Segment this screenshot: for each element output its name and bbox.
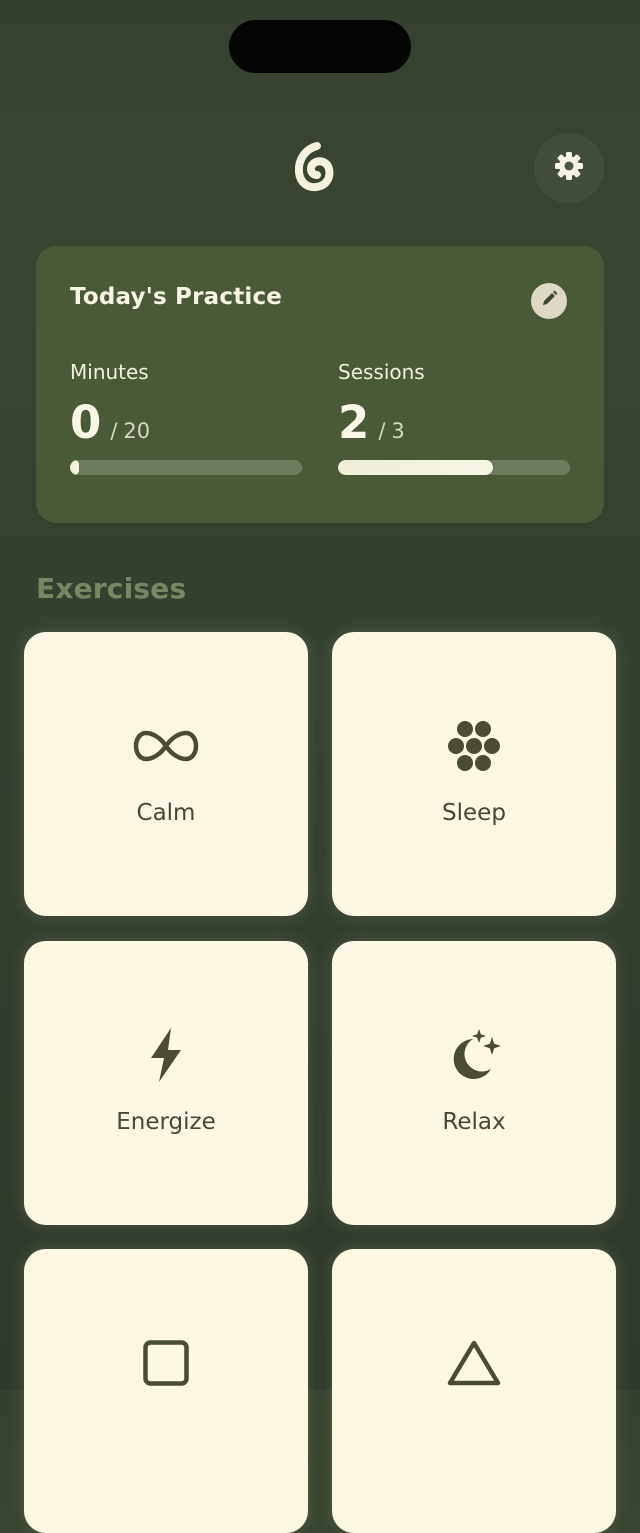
exercise-tile-sleep[interactable]: Sleep [332,632,616,916]
minutes-stat: Minutes 0 / 20 [70,360,302,475]
exercise-label-energize: Energize [116,1109,216,1135]
spiral-logo-icon [293,140,339,192]
exercise-label-relax: Relax [442,1109,506,1135]
minutes-goal: 20 [123,419,151,443]
infinity-icon [133,729,199,767]
exercise-label-sleep: Sleep [442,800,506,826]
sessions-progress-fill [338,460,494,475]
minutes-progress-fill [70,460,80,475]
practice-title: Today's Practice [70,284,283,310]
dynamic-island [229,20,411,73]
lightning-bolt-icon [147,1027,185,1087]
exercise-tile-square[interactable] [24,1249,308,1533]
exercise-tile-triangle[interactable] [332,1249,616,1533]
minutes-label: Minutes [70,360,149,384]
pencil-icon [539,289,559,313]
settings-button[interactable] [534,133,604,203]
todays-practice-card: Today's Practice Minutes 0 / 20 Sessions… [36,246,604,523]
minutes-current: 0 [70,396,102,449]
minutes-progress-bar [70,460,302,475]
sessions-separator: / [378,419,386,443]
sessions-goal: 3 [391,419,405,443]
sessions-label: Sessions [338,360,425,384]
minutes-separator: / [110,419,118,443]
exercise-tile-relax[interactable]: Relax [332,941,616,1225]
square-icon [143,1340,189,1390]
sessions-current: 2 [338,396,370,449]
flower-icon [447,721,501,775]
triangle-icon [447,1339,501,1391]
moon-stars-icon [447,1027,501,1087]
exercise-label-calm: Calm [136,800,196,826]
sessions-stat: Sessions 2 / 3 [338,360,570,475]
edit-goals-button[interactable] [531,283,567,319]
exercise-tile-calm[interactable]: Calm [24,632,308,916]
gear-icon [553,150,585,186]
exercises-title: Exercises [36,572,187,605]
exercise-tile-energize[interactable]: Energize [24,941,308,1225]
sessions-progress-bar [338,460,570,475]
